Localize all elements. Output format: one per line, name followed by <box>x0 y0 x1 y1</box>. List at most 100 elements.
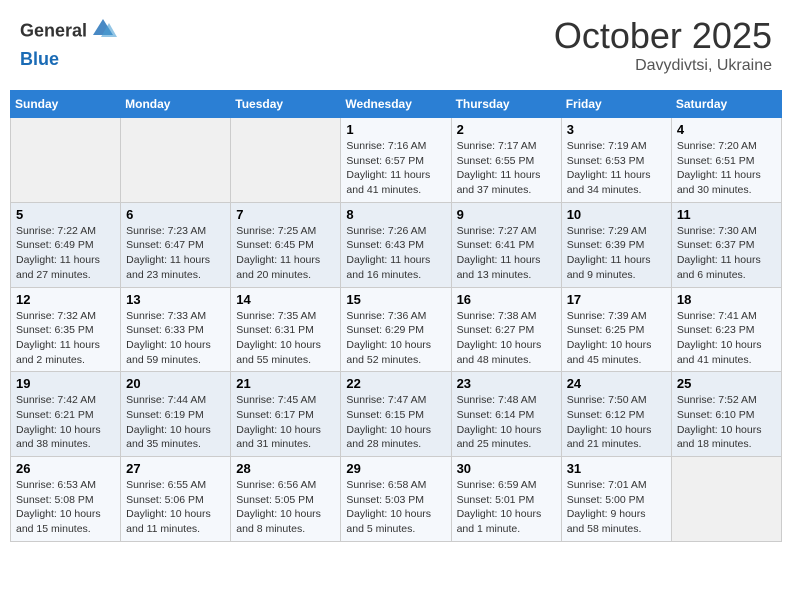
day-number: 9 <box>457 207 556 222</box>
day-number: 24 <box>567 376 666 391</box>
day-info: Sunrise: 7:23 AMSunset: 6:47 PMDaylight:… <box>126 224 225 283</box>
day-info: Sunrise: 7:45 AMSunset: 6:17 PMDaylight:… <box>236 393 335 452</box>
logo-icon <box>89 15 117 43</box>
month-title: October 2025 <box>554 15 772 57</box>
col-friday: Friday <box>561 91 671 118</box>
day-info: Sunrise: 7:17 AMSunset: 6:55 PMDaylight:… <box>457 139 556 198</box>
day-number: 10 <box>567 207 666 222</box>
table-row: 28 Sunrise: 6:56 AMSunset: 5:05 PMDayligh… <box>231 457 341 542</box>
calendar-header-row: Sunday Monday Tuesday Wednesday Thursday… <box>11 91 782 118</box>
table-row: 26 Sunrise: 6:53 AMSunset: 5:08 PMDayligh… <box>11 457 121 542</box>
day-number: 6 <box>126 207 225 222</box>
page-header: General Blue October 2025 Davydivtsi, Uk… <box>10 10 782 80</box>
day-info: Sunrise: 7:26 AMSunset: 6:43 PMDaylight:… <box>346 224 445 283</box>
day-info: Sunrise: 7:30 AMSunset: 6:37 PMDaylight:… <box>677 224 776 283</box>
day-info: Sunrise: 6:56 AMSunset: 5:05 PMDaylight:… <box>236 478 335 537</box>
day-number: 2 <box>457 122 556 137</box>
day-info: Sunrise: 7:42 AMSunset: 6:21 PMDaylight:… <box>16 393 115 452</box>
table-row: 2 Sunrise: 7:17 AMSunset: 6:55 PMDaylight… <box>451 118 561 203</box>
table-row <box>11 118 121 203</box>
day-info: Sunrise: 7:25 AMSunset: 6:45 PMDaylight:… <box>236 224 335 283</box>
table-row <box>671 457 781 542</box>
day-number: 21 <box>236 376 335 391</box>
table-row: 29 Sunrise: 6:58 AMSunset: 5:03 PMDayligh… <box>341 457 451 542</box>
logo-blue: Blue <box>20 49 59 69</box>
day-number: 16 <box>457 292 556 307</box>
logo-general: General <box>20 21 87 41</box>
col-sunday: Sunday <box>11 91 121 118</box>
table-row: 6 Sunrise: 7:23 AMSunset: 6:47 PMDaylight… <box>121 202 231 287</box>
table-row: 27Sunrise: 6:55 AMSunset: 5:06 PMDayligh… <box>121 457 231 542</box>
day-info: Sunrise: 7:41 AMSunset: 6:23 PMDaylight:… <box>677 309 776 368</box>
day-number: 8 <box>346 207 445 222</box>
day-info: Sunrise: 7:38 AMSunset: 6:27 PMDaylight:… <box>457 309 556 368</box>
day-number: 22 <box>346 376 445 391</box>
day-info: Sunrise: 7:19 AMSunset: 6:53 PMDaylight:… <box>567 139 666 198</box>
day-info: Sunrise: 7:32 AMSunset: 6:35 PMDaylight:… <box>16 309 115 368</box>
table-row: 7 Sunrise: 7:25 AMSunset: 6:45 PMDaylight… <box>231 202 341 287</box>
table-row: 31Sunrise: 7:01 AMSunset: 5:00 PMDayligh… <box>561 457 671 542</box>
table-row: 24 Sunrise: 7:50 AMSunset: 6:12 PMDayligh… <box>561 372 671 457</box>
day-info: Sunrise: 7:33 AMSunset: 6:33 PMDaylight:… <box>126 309 225 368</box>
day-info: Sunrise: 7:50 AMSunset: 6:12 PMDaylight:… <box>567 393 666 452</box>
day-info: Sunrise: 7:39 AMSunset: 6:25 PMDaylight:… <box>567 309 666 368</box>
title-block: October 2025 Davydivtsi, Ukraine <box>554 15 772 75</box>
logo: General Blue <box>20 15 119 70</box>
table-row: 17 Sunrise: 7:39 AMSunset: 6:25 PMDayligh… <box>561 287 671 372</box>
day-number: 29 <box>346 461 445 476</box>
day-number: 11 <box>677 207 776 222</box>
table-row: 21 Sunrise: 7:45 AMSunset: 6:17 PMDayligh… <box>231 372 341 457</box>
day-number: 28 <box>236 461 335 476</box>
day-number: 20 <box>126 376 225 391</box>
day-info: Sunrise: 7:52 AMSunset: 6:10 PMDaylight:… <box>677 393 776 452</box>
table-row <box>231 118 341 203</box>
table-row: 11 Sunrise: 7:30 AMSunset: 6:37 PMDayligh… <box>671 202 781 287</box>
col-thursday: Thursday <box>451 91 561 118</box>
day-number: 31 <box>567 461 666 476</box>
table-row: 19 Sunrise: 7:42 AMSunset: 6:21 PMDayligh… <box>11 372 121 457</box>
day-number: 7 <box>236 207 335 222</box>
table-row: 23Sunrise: 7:48 AMSunset: 6:14 PMDayligh… <box>451 372 561 457</box>
day-info: Sunrise: 7:27 AMSunset: 6:41 PMDaylight:… <box>457 224 556 283</box>
table-row: 14Sunrise: 7:35 AMSunset: 6:31 PMDayligh… <box>231 287 341 372</box>
day-number: 15 <box>346 292 445 307</box>
calendar-table: Sunday Monday Tuesday Wednesday Thursday… <box>10 90 782 542</box>
location: Davydivtsi, Ukraine <box>554 57 772 75</box>
day-info: Sunrise: 6:58 AMSunset: 5:03 PMDaylight:… <box>346 478 445 537</box>
table-row: 4Sunrise: 7:20 AMSunset: 6:51 PMDaylight… <box>671 118 781 203</box>
table-row: 1 Sunrise: 7:16 AMSunset: 6:57 PMDaylight… <box>341 118 451 203</box>
day-number: 1 <box>346 122 445 137</box>
day-number: 5 <box>16 207 115 222</box>
day-number: 17 <box>567 292 666 307</box>
table-row: 13 Sunrise: 7:33 AMSunset: 6:33 PMDayligh… <box>121 287 231 372</box>
day-info: Sunrise: 7:36 AMSunset: 6:29 PMDaylight:… <box>346 309 445 368</box>
day-number: 26 <box>16 461 115 476</box>
day-info: Sunrise: 6:59 AMSunset: 5:01 PMDaylight:… <box>457 478 556 537</box>
table-row: 22 Sunrise: 7:47 AMSunset: 6:15 PMDayligh… <box>341 372 451 457</box>
table-row: 12 Sunrise: 7:32 AMSunset: 6:35 PMDayligh… <box>11 287 121 372</box>
day-info: Sunrise: 7:22 AMSunset: 6:49 PMDaylight:… <box>16 224 115 283</box>
table-row: 30 Sunrise: 6:59 AMSunset: 5:01 PMDayligh… <box>451 457 561 542</box>
day-number: 23 <box>457 376 556 391</box>
table-row: 3 Sunrise: 7:19 AMSunset: 6:53 PMDaylight… <box>561 118 671 203</box>
day-info: Sunrise: 7:29 AMSunset: 6:39 PMDaylight:… <box>567 224 666 283</box>
table-row <box>121 118 231 203</box>
day-info: Sunrise: 7:47 AMSunset: 6:15 PMDaylight:… <box>346 393 445 452</box>
day-number: 12 <box>16 292 115 307</box>
day-info: Sunrise: 7:16 AMSunset: 6:57 PMDaylight:… <box>346 139 445 198</box>
day-info: Sunrise: 6:53 AMSunset: 5:08 PMDaylight:… <box>16 478 115 537</box>
day-info: Sunrise: 6:55 AMSunset: 5:06 PMDaylight:… <box>126 478 225 537</box>
table-row: 16 Sunrise: 7:38 AMSunset: 6:27 PMDayligh… <box>451 287 561 372</box>
table-row: 8 Sunrise: 7:26 AMSunset: 6:43 PMDaylight… <box>341 202 451 287</box>
day-number: 30 <box>457 461 556 476</box>
calendar-week-row: 12 Sunrise: 7:32 AMSunset: 6:35 PMDayligh… <box>11 287 782 372</box>
day-number: 3 <box>567 122 666 137</box>
day-number: 18 <box>677 292 776 307</box>
calendar-week-row: 26 Sunrise: 6:53 AMSunset: 5:08 PMDayligh… <box>11 457 782 542</box>
day-number: 25 <box>677 376 776 391</box>
col-wednesday: Wednesday <box>341 91 451 118</box>
table-row: 5 Sunrise: 7:22 AMSunset: 6:49 PMDaylight… <box>11 202 121 287</box>
day-number: 14 <box>236 292 335 307</box>
day-number: 19 <box>16 376 115 391</box>
day-number: 13 <box>126 292 225 307</box>
